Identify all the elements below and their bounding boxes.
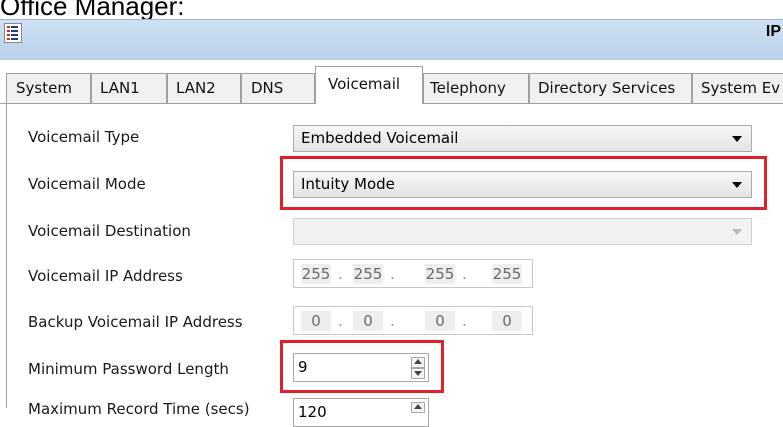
dropdown-arrow-icon xyxy=(732,229,742,235)
tab-label: Telephony xyxy=(430,79,506,97)
ip-octet: 255 xyxy=(492,264,522,284)
tab-label: DNS xyxy=(251,79,284,97)
ip-dot: . xyxy=(462,312,467,330)
ip-octet: 0 xyxy=(425,311,455,331)
tab-telephony[interactable]: Telephony xyxy=(423,73,529,103)
ip-octet: 0 xyxy=(353,311,383,331)
app-list-icon[interactable] xyxy=(4,23,22,43)
dropdown-arrow-icon xyxy=(732,136,742,142)
ip-dot: . xyxy=(390,312,395,330)
tab-system-events[interactable]: System Ev xyxy=(692,73,783,103)
panel-border xyxy=(6,103,7,408)
tab-label: LAN1 xyxy=(100,79,140,97)
highlight-min-password xyxy=(280,340,444,393)
window-titlebar: IP xyxy=(0,19,783,60)
window-title: IP xyxy=(765,23,781,40)
tab-directory-services[interactable]: Directory Services xyxy=(529,73,692,103)
tab-label: Voicemail xyxy=(328,75,401,93)
caption: Office Manager: xyxy=(0,0,185,21)
tab-voicemail[interactable]: Voicemail xyxy=(315,66,423,104)
ip-octet: 0 xyxy=(492,311,522,331)
voicemail-type-label: Voicemail Type xyxy=(28,128,140,146)
tab-dns[interactable]: DNS xyxy=(241,73,315,103)
ip-dot: . xyxy=(338,312,343,330)
ip-octet: 255 xyxy=(425,264,455,284)
min-password-label: Minimum Password Length xyxy=(28,360,229,378)
voicemail-destination-label: Voicemail Destination xyxy=(28,222,191,240)
ip-octet: 255 xyxy=(353,264,383,284)
ip-dot: . xyxy=(462,265,467,283)
tab-lan1[interactable]: LAN1 xyxy=(91,73,167,103)
ip-octet: 255 xyxy=(301,264,331,284)
next-row-label: Maximum Record Time (secs) xyxy=(28,400,250,418)
backup-ip-field[interactable]: 0 . 0 . 0 . 0 xyxy=(293,306,533,335)
backup-ip-label: Backup Voicemail IP Address xyxy=(28,313,243,331)
voicemail-destination-select[interactable] xyxy=(293,218,752,245)
tab-label: System Ev xyxy=(701,79,781,97)
tab-system[interactable]: System xyxy=(6,73,91,103)
tab-label: System xyxy=(16,79,72,97)
tab-label: Directory Services xyxy=(538,79,676,97)
voicemail-type-select[interactable]: Embedded Voicemail xyxy=(293,125,752,152)
tab-strip: System LAN1 LAN2 DNS Voicemail Telephony… xyxy=(0,65,783,104)
tab-label: LAN2 xyxy=(176,79,216,97)
ip-dot: . xyxy=(390,265,395,283)
tab-lan2[interactable]: LAN2 xyxy=(167,73,241,103)
ip-dot: . xyxy=(338,265,343,283)
ip-octet: 0 xyxy=(301,311,331,331)
voicemail-mode-label: Voicemail Mode xyxy=(28,175,146,193)
voicemail-ip-field[interactable]: 255 . 255 . 255 . 255 xyxy=(293,259,533,288)
voicemail-ip-label: Voicemail IP Address xyxy=(28,267,183,285)
voicemail-type-value: Embedded Voicemail xyxy=(301,129,459,147)
next-row-stepper[interactable]: 120 xyxy=(293,398,429,427)
next-row-value: 120 xyxy=(298,403,327,421)
highlight-voicemail-mode xyxy=(280,156,767,210)
